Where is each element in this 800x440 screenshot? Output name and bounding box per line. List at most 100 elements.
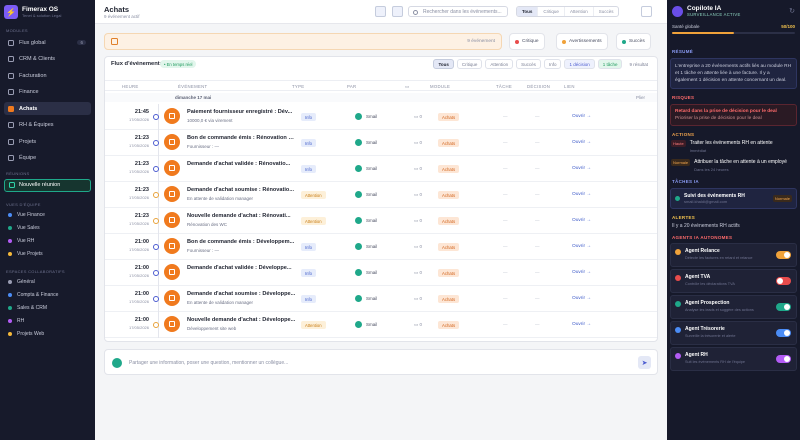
event-title[interactable]: Demande d'achat validée : Développe...: [187, 265, 296, 271]
table-row[interactable]: 21:45 17/05/2026 Paiement fournisseur enre…: [105, 104, 657, 130]
open-link[interactable]: Ouvrir →: [572, 166, 591, 171]
chip-decision[interactable]: 1 décision: [564, 59, 595, 69]
sidebar-item-rh-equipes[interactable]: RH & Équipes: [4, 119, 91, 132]
table-row[interactable]: 21:23 17/05/2026 Bon de commande émis : Ré…: [105, 130, 657, 156]
send-icon[interactable]: ➤: [638, 356, 651, 369]
agent-agent-rh[interactable]: Agent RH Suit les événements RH de l'équi…: [670, 347, 797, 371]
filter-tous[interactable]: Tous: [517, 7, 539, 16]
refresh-button[interactable]: [641, 6, 652, 17]
panel-toggle-button[interactable]: [392, 6, 403, 17]
agent-agent-tresorerie[interactable]: Agent Trésorerie Surveille la trésorerie …: [670, 321, 797, 345]
open-link[interactable]: Ouvrir →: [572, 244, 591, 249]
agent-toggle[interactable]: [776, 303, 791, 311]
sidebar-item-achats[interactable]: Achats: [4, 102, 91, 115]
event-title[interactable]: Nouvelle demande d'achat : Développe...: [187, 317, 296, 323]
comment-count[interactable]: ▭ 0: [414, 218, 422, 224]
event-icon: [164, 264, 180, 280]
table-row[interactable]: 21:00 17/05/2026 Demande d'achat validée :…: [105, 260, 657, 286]
agent-toggle[interactable]: [776, 355, 791, 363]
event-title[interactable]: Demande d'achat validée : Rénovatio...: [187, 161, 296, 167]
chip-tous[interactable]: Tous: [433, 59, 454, 69]
layout-toggle-button[interactable]: [375, 6, 386, 17]
agent-agent-tva[interactable]: Agent TVA Contrôle les déclarations TVA: [670, 269, 797, 293]
agent-agent-prospection[interactable]: Agent Prospection Analyse les leads et su…: [670, 295, 797, 319]
chip-info[interactable]: Info: [543, 59, 562, 69]
search-input[interactable]: Rechercher dans les événements...: [408, 6, 508, 17]
agent-toggle[interactable]: [776, 251, 791, 259]
filter-attention[interactable]: Attention: [565, 7, 594, 16]
comment-count[interactable]: ▭ 0: [414, 296, 422, 302]
sidebar-item-finance[interactable]: Finance: [4, 86, 91, 99]
sidebar-item-projets[interactable]: Projets: [4, 135, 91, 148]
space-dot-icon: [8, 292, 12, 297]
composer[interactable]: Partager une information, poser une ques…: [104, 349, 658, 375]
comment-count[interactable]: ▭ 0: [414, 114, 422, 120]
brand[interactable]: ⚡ Fimerax OS Tenet & solution Legal: [4, 5, 91, 19]
table-row[interactable]: 21:00 17/05/2026 Bon de commande émis : Dé…: [105, 234, 657, 260]
open-link[interactable]: Ouvrir →: [572, 270, 591, 275]
comment-count[interactable]: ▭ 0: [414, 166, 422, 172]
sidebar-item-facturation[interactable]: Facturation: [4, 69, 91, 82]
open-link[interactable]: Ouvrir →: [572, 192, 591, 197]
sidebar-item-flux-global[interactable]: Flux global 6: [4, 36, 91, 49]
decision-value: —: [535, 296, 540, 301]
table-row[interactable]: 21:23 17/05/2026 Nouvelle demande d'achat …: [105, 208, 657, 234]
user-avatar: [355, 295, 362, 302]
event-title[interactable]: Demande d'achat soumise : Rénovatio...: [187, 187, 296, 193]
success-summary[interactable]: Succès: [616, 33, 651, 50]
agent-toggle[interactable]: [776, 277, 791, 285]
table-row[interactable]: 21:23 17/05/2026 Demande d'achat validée :…: [105, 156, 657, 182]
event-title[interactable]: Bon de commande émis : Rénovation d...: [187, 135, 296, 141]
event-title[interactable]: Paiement fournisseur enregistré : Dév...: [187, 109, 296, 115]
team-view-vue-rh[interactable]: Vue RH: [4, 236, 91, 246]
space-general[interactable]: Général: [4, 277, 91, 287]
event-icon: [164, 134, 180, 150]
team-view-vue-sales[interactable]: Vue Sales: [4, 223, 91, 233]
action-item[interactable]: Haute Traiter les événements RH en attent…: [671, 140, 796, 154]
agent-agent-relance[interactable]: Agent Relance Détecte les factures en ret…: [670, 243, 797, 267]
day-group-header[interactable]: dimanche 17 mai Plier: [105, 93, 657, 102]
open-link[interactable]: Ouvrir →: [572, 218, 591, 223]
warnings-summary[interactable]: Avertissements: [556, 33, 608, 50]
sidebar-item-equipe[interactable]: Équipe: [4, 152, 91, 165]
space-compta-finance[interactable]: Compta & Finance: [4, 290, 91, 300]
space-projets-web[interactable]: Projets Web: [4, 329, 91, 339]
comment-count[interactable]: ▭ 0: [414, 140, 422, 146]
team-view-vue-finance[interactable]: Vue Finance: [4, 210, 91, 220]
new-meeting-button[interactable]: Nouvelle réunion: [4, 178, 91, 192]
open-link[interactable]: Ouvrir →: [572, 322, 591, 327]
agent-toggle[interactable]: [776, 329, 791, 337]
comment-count[interactable]: ▭ 0: [414, 270, 422, 276]
chip-attention[interactable]: Attention: [485, 59, 514, 69]
chip-succes[interactable]: Succès: [516, 59, 541, 69]
event-title[interactable]: Bon de commande émis : Développem...: [187, 239, 296, 245]
comment-count[interactable]: ▭ 0: [414, 244, 422, 250]
table-row[interactable]: 21:23 17/05/2026 Demande d'achat soumise :…: [105, 182, 657, 208]
event-title[interactable]: Nouvelle demande d'achat : Rénovati...: [187, 213, 296, 219]
team-view-vue-projets[interactable]: Vue Projets: [4, 249, 91, 259]
composer-input[interactable]: Partager une information, poser une ques…: [129, 360, 288, 366]
comment-count[interactable]: ▭ 0: [414, 322, 422, 328]
critical-summary[interactable]: Critique: [509, 33, 545, 50]
open-link[interactable]: Ouvrir →: [572, 140, 591, 145]
chip-critique[interactable]: Critique: [456, 59, 483, 69]
chip-task[interactable]: 1 tâche: [597, 59, 623, 69]
refresh-icon[interactable]: ↻: [789, 7, 795, 15]
filter-succes[interactable]: Succès: [594, 7, 619, 16]
collapse-toggle[interactable]: Plier: [636, 95, 645, 100]
col-type: TYPE: [292, 84, 305, 89]
table-row[interactable]: 21:00 17/05/2026 Demande d'achat soumise :…: [105, 286, 657, 312]
open-link[interactable]: Ouvrir →: [572, 296, 591, 301]
ai-task-card[interactable]: Suivi des événements RH smail.khaldi@gma…: [670, 188, 797, 209]
comment-count[interactable]: ▭ 0: [414, 192, 422, 198]
action-item[interactable]: Normale Attribuer la tâche en attente à u…: [671, 159, 796, 173]
timeline-dot: [153, 114, 159, 120]
event-title[interactable]: Demande d'achat soumise : Développe...: [187, 291, 296, 297]
sidebar-item-crm-clients[interactable]: CRM & Clients: [4, 53, 91, 66]
space-sales-crm[interactable]: Sales & CRM: [4, 303, 91, 313]
actions-title: ACTIONS: [672, 132, 695, 137]
space-rh[interactable]: RH: [4, 316, 91, 326]
open-link[interactable]: Ouvrir →: [572, 114, 591, 119]
table-row[interactable]: 21:00 17/05/2026 Nouvelle demande d'achat …: [105, 312, 657, 338]
filter-critique[interactable]: Critique: [538, 7, 565, 16]
